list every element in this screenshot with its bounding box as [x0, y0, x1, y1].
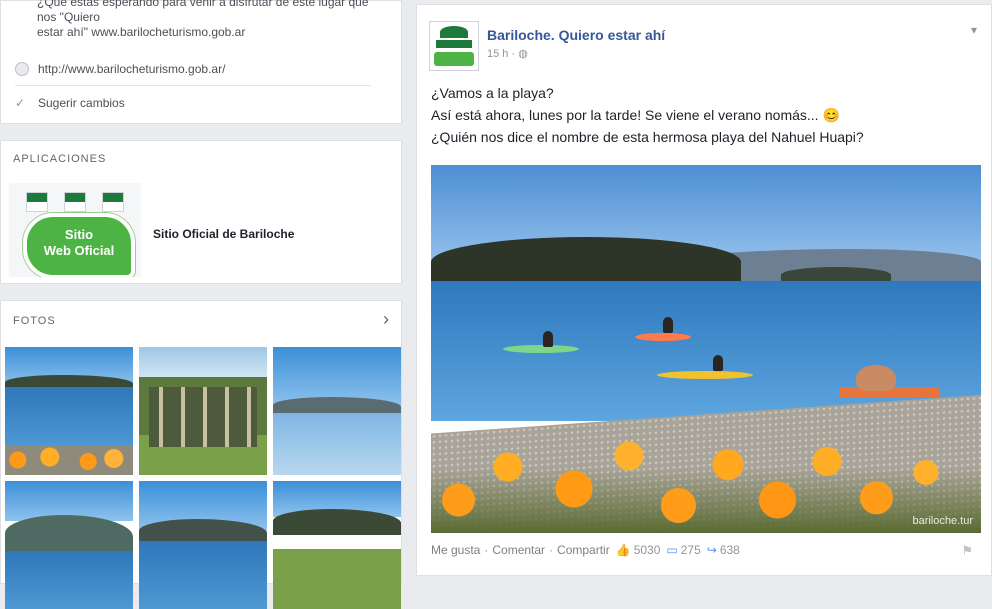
post-text-line: ¿Quién nos dice el nombre de esta hermos… — [431, 129, 864, 145]
share-button[interactable]: Compartir — [557, 543, 610, 557]
post-text-line: ¿Vamos a la playa? — [431, 85, 554, 101]
photo-thumb[interactable] — [5, 481, 133, 609]
partner-logo-icon — [64, 192, 86, 212]
page-name-link[interactable]: Bariloche. Quiero estar ahí — [487, 27, 665, 43]
photo-thumb[interactable] — [139, 347, 267, 475]
likes-stat[interactable]: 👍 5030 — [616, 543, 661, 557]
comments-count: 275 — [680, 543, 701, 557]
like-button[interactable]: Me gusta — [431, 543, 480, 557]
website-row[interactable]: http://www.barilocheturismo.gob.ar/ — [15, 52, 371, 86]
app-name-link[interactable]: Sitio Oficial de Bariloche — [153, 227, 294, 241]
suggest-edits-row[interactable]: ✓ Sugerir cambios — [15, 86, 371, 120]
badge-line-2: Web Oficial — [43, 243, 115, 258]
photos-card: FOTOS › — [0, 300, 402, 609]
page-avatar[interactable] — [429, 21, 479, 71]
likes-count: 5030 — [633, 543, 661, 557]
post-time[interactable]: 15 h — [487, 48, 508, 60]
badge-line-1: Sitio — [64, 227, 94, 242]
about-description-cont: estar ahí" www.barilocheturismo.gob.ar — [37, 25, 246, 39]
chevron-right-icon[interactable]: › — [383, 309, 389, 330]
flag-icon[interactable]: ⚑ — [961, 543, 973, 559]
post-card: Bariloche. Quiero estar ahí 15 h · ◍ ▾ ¿… — [416, 4, 992, 576]
shares-stat[interactable]: ↪ 638 — [707, 543, 740, 557]
photo-thumb[interactable] — [139, 481, 267, 609]
partner-logo-icon — [102, 192, 124, 212]
website-link[interactable]: http://www.barilocheturismo.gob.ar/ — [38, 62, 225, 76]
official-site-badge: Sitio Web Oficial — [23, 213, 135, 277]
about-description: ¿Qué estás esperando para venir a disfru… — [37, 0, 369, 24]
post-timestamp[interactable]: 15 h · ◍ — [487, 47, 528, 60]
photo-thumb[interactable] — [5, 347, 133, 475]
comment-bubble-icon: ▭ — [666, 543, 678, 557]
post-photo[interactable]: bariloche.tur — [431, 165, 981, 533]
photo-thumb[interactable] — [273, 347, 401, 475]
photos-section-title[interactable]: FOTOS — [13, 315, 56, 327]
globe-icon — [15, 61, 29, 76]
comments-stat[interactable]: ▭ 275 — [666, 543, 700, 557]
app-logos — [15, 189, 135, 215]
suggest-edits-link[interactable]: Sugerir cambios — [38, 96, 125, 110]
photos-grid — [5, 347, 401, 609]
app-thumbnail[interactable]: Sitio Web Oficial — [9, 183, 141, 277]
post-text-line: Así está ahora, lunes por la tarde! Se v… — [431, 107, 840, 123]
globe-icon: ◍ — [518, 48, 528, 60]
bariloche-logo-icon — [26, 192, 48, 212]
apps-card: APLICACIONES Sitio Web Oficial Sitio Ofi… — [0, 140, 402, 284]
photo-watermark: bariloche.tur — [912, 515, 973, 527]
comment-button[interactable]: Comentar — [492, 543, 545, 557]
thumbs-up-icon: 👍 — [615, 543, 631, 557]
apps-section-title: APLICACIONES — [13, 153, 107, 165]
about-card: ¿Qué estás esperando para venir a disfru… — [0, 0, 402, 124]
post-text: ¿Vamos a la playa? Así está ahora, lunes… — [431, 83, 977, 149]
chevron-down-icon[interactable]: ▾ — [971, 23, 977, 37]
share-arrow-icon: ↪ — [706, 543, 717, 557]
shares-count: 638 — [719, 543, 740, 557]
post-actions-bar: Me gusta · Comentar · Compartir 👍 5030 ▭… — [431, 543, 740, 557]
checkmark-icon: ✓ — [15, 96, 26, 110]
photo-thumb[interactable] — [273, 481, 401, 609]
